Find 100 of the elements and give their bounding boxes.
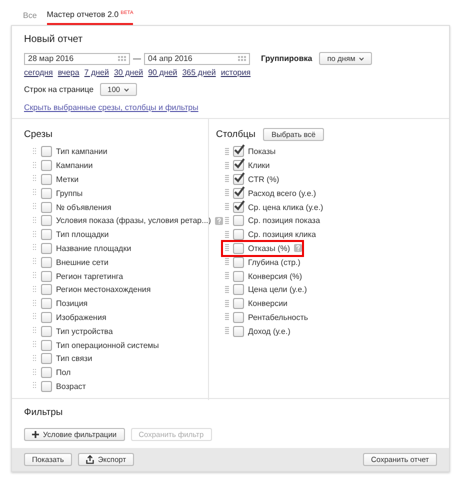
- checkbox[interactable]: [233, 174, 244, 185]
- checkbox-label: № объявления: [56, 202, 112, 212]
- checkbox-label: Тип площадки: [56, 230, 109, 240]
- date-field[interactable]: 28 мар 2016: [24, 52, 130, 64]
- checkbox[interactable]: [233, 215, 244, 226]
- checkbox-label: Показы: [248, 147, 276, 156]
- checkbox[interactable]: [41, 340, 52, 351]
- checkbox[interactable]: [41, 367, 52, 378]
- drag-handle-icon[interactable]: [225, 203, 229, 212]
- checkbox[interactable]: [41, 326, 52, 337]
- drag-handle-icon[interactable]: [225, 148, 229, 156]
- calendar-icon[interactable]: [238, 56, 246, 61]
- checkbox[interactable]: [233, 312, 244, 323]
- period-link[interactable]: 365 дней: [182, 68, 216, 77]
- period-link[interactable]: 7 дней: [84, 68, 109, 77]
- checkbox[interactable]: [41, 380, 52, 392]
- checkbox[interactable]: [233, 326, 244, 337]
- checkbox-label: Тип устройства: [56, 326, 113, 336]
- checkbox-label: Название площадки: [56, 244, 132, 253]
- checkbox[interactable]: [233, 256, 244, 268]
- checkbox[interactable]: [41, 298, 52, 310]
- help-icon[interactable]: [294, 244, 302, 252]
- drag-handle-icon[interactable]: [225, 244, 229, 252]
- checkbox[interactable]: [41, 146, 52, 158]
- drag-handle-icon[interactable]: [225, 327, 229, 336]
- drag-handle-icon[interactable]: [225, 162, 229, 170]
- checkbox[interactable]: [41, 312, 52, 323]
- checkbox-label: Конверсия (%): [248, 272, 302, 281]
- checkbox-label: Отказы (%): [248, 244, 290, 253]
- checkbox-label: Тип кампании: [56, 147, 108, 156]
- checkbox[interactable]: [41, 256, 52, 268]
- drag-handle-icon[interactable]: [225, 258, 229, 266]
- checkbox-label: Возраст: [56, 382, 86, 391]
- checkbox[interactable]: [41, 202, 52, 213]
- drag-handle-icon[interactable]: [225, 313, 229, 322]
- drag-handle-icon[interactable]: [225, 216, 229, 225]
- checkbox[interactable]: [233, 270, 244, 282]
- checkbox[interactable]: [233, 298, 244, 310]
- checkbox[interactable]: [233, 242, 244, 254]
- checkbox[interactable]: [41, 188, 52, 199]
- date-value: 04 апр 2016: [148, 54, 192, 63]
- checkbox[interactable]: [233, 146, 244, 158]
- checkbox[interactable]: [233, 188, 244, 199]
- checkbox-label: Доход (у.е.): [248, 326, 290, 336]
- tab[interactable]: Все: [23, 9, 37, 25]
- checkbox-label: Тип операционной системы: [56, 340, 159, 350]
- checkbox[interactable]: [233, 160, 244, 172]
- checkbox[interactable]: [41, 353, 52, 364]
- caret-icon: [359, 56, 364, 60]
- checkbox[interactable]: [233, 202, 244, 213]
- checkbox-label: Ср. позиция показа: [248, 216, 320, 226]
- date-field[interactable]: 04 апр 2016: [144, 52, 250, 64]
- drag-handle-icon[interactable]: [225, 286, 229, 294]
- period-link[interactable]: вчера: [58, 68, 80, 77]
- checkbox-label: Позиция: [56, 299, 88, 308]
- checkbox-label: Метки: [56, 174, 79, 184]
- checkbox-label: Ср. цена клика (у.е.): [248, 202, 324, 212]
- checkbox[interactable]: [233, 284, 244, 296]
- date-separator: —: [133, 54, 141, 63]
- checkbox-label: Глубина (стр.): [248, 258, 300, 267]
- drag-handle-icon[interactable]: [225, 272, 229, 280]
- calendar-icon[interactable]: [118, 56, 126, 61]
- checkbox[interactable]: [41, 284, 52, 296]
- checkbox-label: Кампании: [56, 161, 93, 170]
- checkbox[interactable]: [41, 229, 52, 240]
- plus-icon: [32, 431, 39, 438]
- checkbox[interactable]: [41, 215, 52, 226]
- drag-handle-icon[interactable]: [225, 300, 229, 308]
- checkbox-label: Тип связи: [56, 354, 92, 364]
- checkbox[interactable]: [41, 174, 52, 185]
- period-link[interactable]: история: [220, 68, 251, 77]
- caret-icon: [124, 88, 130, 92]
- period-link[interactable]: 30 дней: [114, 68, 144, 77]
- upload-icon: [86, 455, 94, 464]
- checkbox-label: Группы: [56, 188, 83, 198]
- checkbox-label: Регион таргетинга: [56, 272, 124, 281]
- checkbox[interactable]: [233, 229, 244, 240]
- checkbox-label: Регион местонахождения: [56, 285, 151, 294]
- section-title: Фильтры: [24, 407, 64, 418]
- checkbox-label: Пол: [56, 368, 71, 378]
- drag-handle-icon[interactable]: [225, 230, 229, 239]
- checkbox-label: Условия показа (фразы, условия ретар...): [56, 216, 211, 226]
- date-value: 28 мар 2016: [28, 54, 74, 63]
- help-icon[interactable]: [214, 216, 223, 225]
- report-title: Новый отчет: [24, 34, 84, 45]
- hide-selection-link[interactable]: Скрыть выбранные срезы, столбцы и фильтры: [24, 103, 198, 112]
- checkbox-label: CTR (%): [248, 174, 280, 184]
- checkbox-label: Изображения: [56, 312, 106, 322]
- period-link[interactable]: сегодня: [24, 68, 53, 77]
- checkbox[interactable]: [41, 160, 52, 172]
- checkbox-label: Цена цели (у.е.): [248, 285, 307, 294]
- checkbox[interactable]: [41, 270, 52, 282]
- checkbox-label: Расход всего (у.е.): [248, 188, 316, 198]
- checkbox[interactable]: [41, 242, 52, 254]
- checkbox-label: Ср. позиция клика: [248, 230, 316, 240]
- drag-handle-icon[interactable]: [225, 189, 229, 198]
- drag-handle-icon[interactable]: [225, 175, 229, 184]
- section-title: Столбцы: [216, 128, 256, 140]
- rows-per-page-label: Строк на странице: [24, 85, 94, 94]
- period-link[interactable]: 90 дней: [148, 68, 178, 77]
